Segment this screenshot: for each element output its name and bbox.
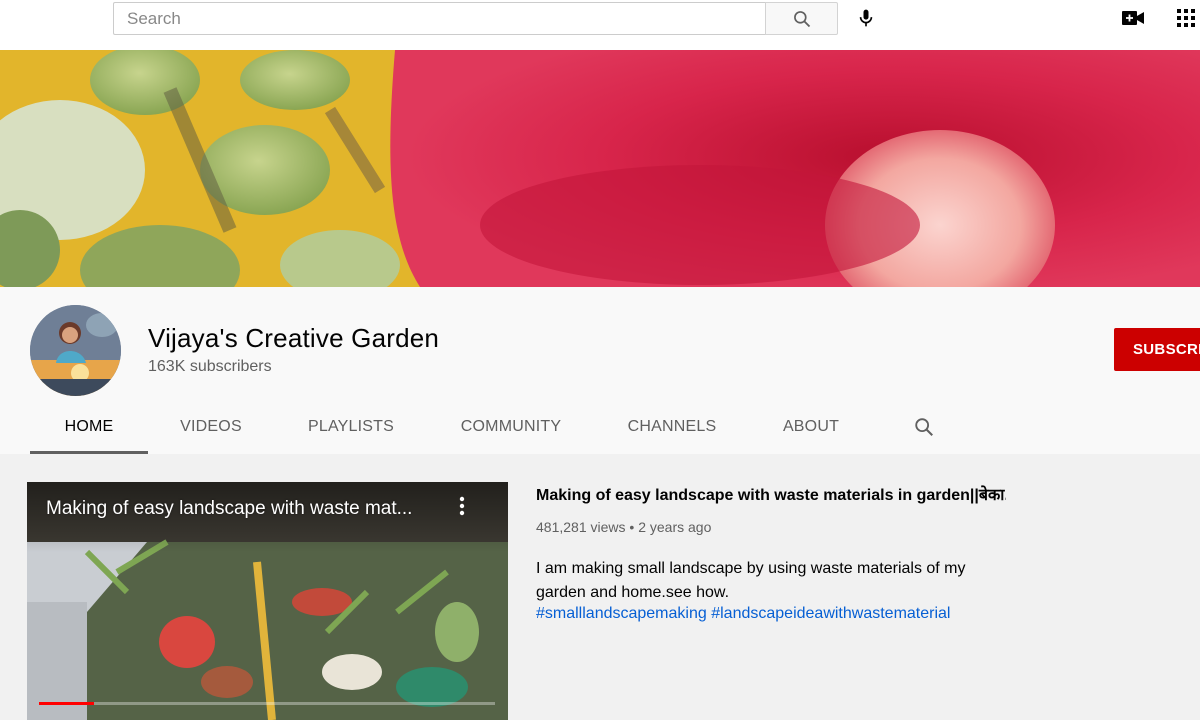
tab-videos[interactable]: VIDEOS — [170, 400, 252, 454]
upload-age: 2 years ago — [638, 519, 712, 535]
channel-banner — [0, 50, 1200, 287]
video-progress-bar[interactable] — [39, 702, 495, 705]
view-count: 481,281 views — [536, 519, 626, 535]
hashtag-list: #smalllandscapemaking #landscapeideawith… — [536, 605, 950, 623]
search-input[interactable] — [114, 3, 765, 34]
featured-video-player[interactable]: Making of easy landscape with waste mat.… — [27, 482, 508, 720]
tab-about[interactable]: ABOUT — [772, 400, 850, 454]
avatar-image — [30, 305, 121, 396]
apps-grid-icon — [1177, 9, 1195, 27]
banner-image — [0, 50, 1200, 287]
hashtag-link[interactable]: #smalllandscapemaking — [536, 605, 707, 622]
search-icon — [793, 10, 810, 27]
tab-community[interactable]: COMMUNITY — [450, 400, 572, 454]
player-title[interactable]: Making of easy landscape with waste mat.… — [46, 498, 446, 520]
voice-search-button[interactable] — [852, 3, 880, 33]
subscribe-button[interactable]: SUBSCRIBE — [1114, 328, 1200, 371]
featured-video-title[interactable]: Making of easy landscape with waste mate… — [536, 483, 1006, 505]
tab-home[interactable]: HOME — [30, 400, 148, 454]
home-content: Making of easy landscape with waste mat.… — [0, 454, 1200, 720]
more-vertical-icon — [459, 496, 465, 516]
channel-avatar[interactable] — [30, 305, 121, 396]
channel-search-button[interactable] — [910, 413, 938, 441]
channel-tabs: HOME VIDEOS PLAYLISTS COMMUNITY CHANNELS… — [30, 400, 1200, 454]
hashtag-link[interactable]: #landscapeideawithwastematerial — [711, 605, 950, 622]
apps-button[interactable] — [1172, 4, 1200, 32]
create-video-button[interactable] — [1119, 4, 1147, 32]
microphone-icon — [859, 9, 873, 27]
tab-channels[interactable]: CHANNELS — [618, 400, 726, 454]
search-icon — [915, 418, 933, 436]
channel-name: Vijaya's Creative Garden — [148, 323, 440, 353]
player-menu-button[interactable] — [459, 496, 473, 520]
channel-header: Vijaya's Creative Garden 163K subscriber… — [0, 287, 1200, 454]
video-progress-fill — [39, 702, 94, 705]
subscriber-count: 163K subscribers — [148, 358, 272, 375]
featured-video-meta: 481,281 views • 2 years ago — [536, 519, 711, 535]
tab-playlists[interactable]: PLAYLISTS — [298, 400, 404, 454]
video-camera-icon — [1122, 11, 1144, 25]
meta-separator: • — [625, 519, 639, 535]
top-bar — [0, 0, 1200, 50]
featured-video-description: I am making small landscape by using was… — [536, 560, 966, 601]
search-button[interactable] — [765, 2, 838, 35]
search-box[interactable] — [113, 2, 765, 35]
